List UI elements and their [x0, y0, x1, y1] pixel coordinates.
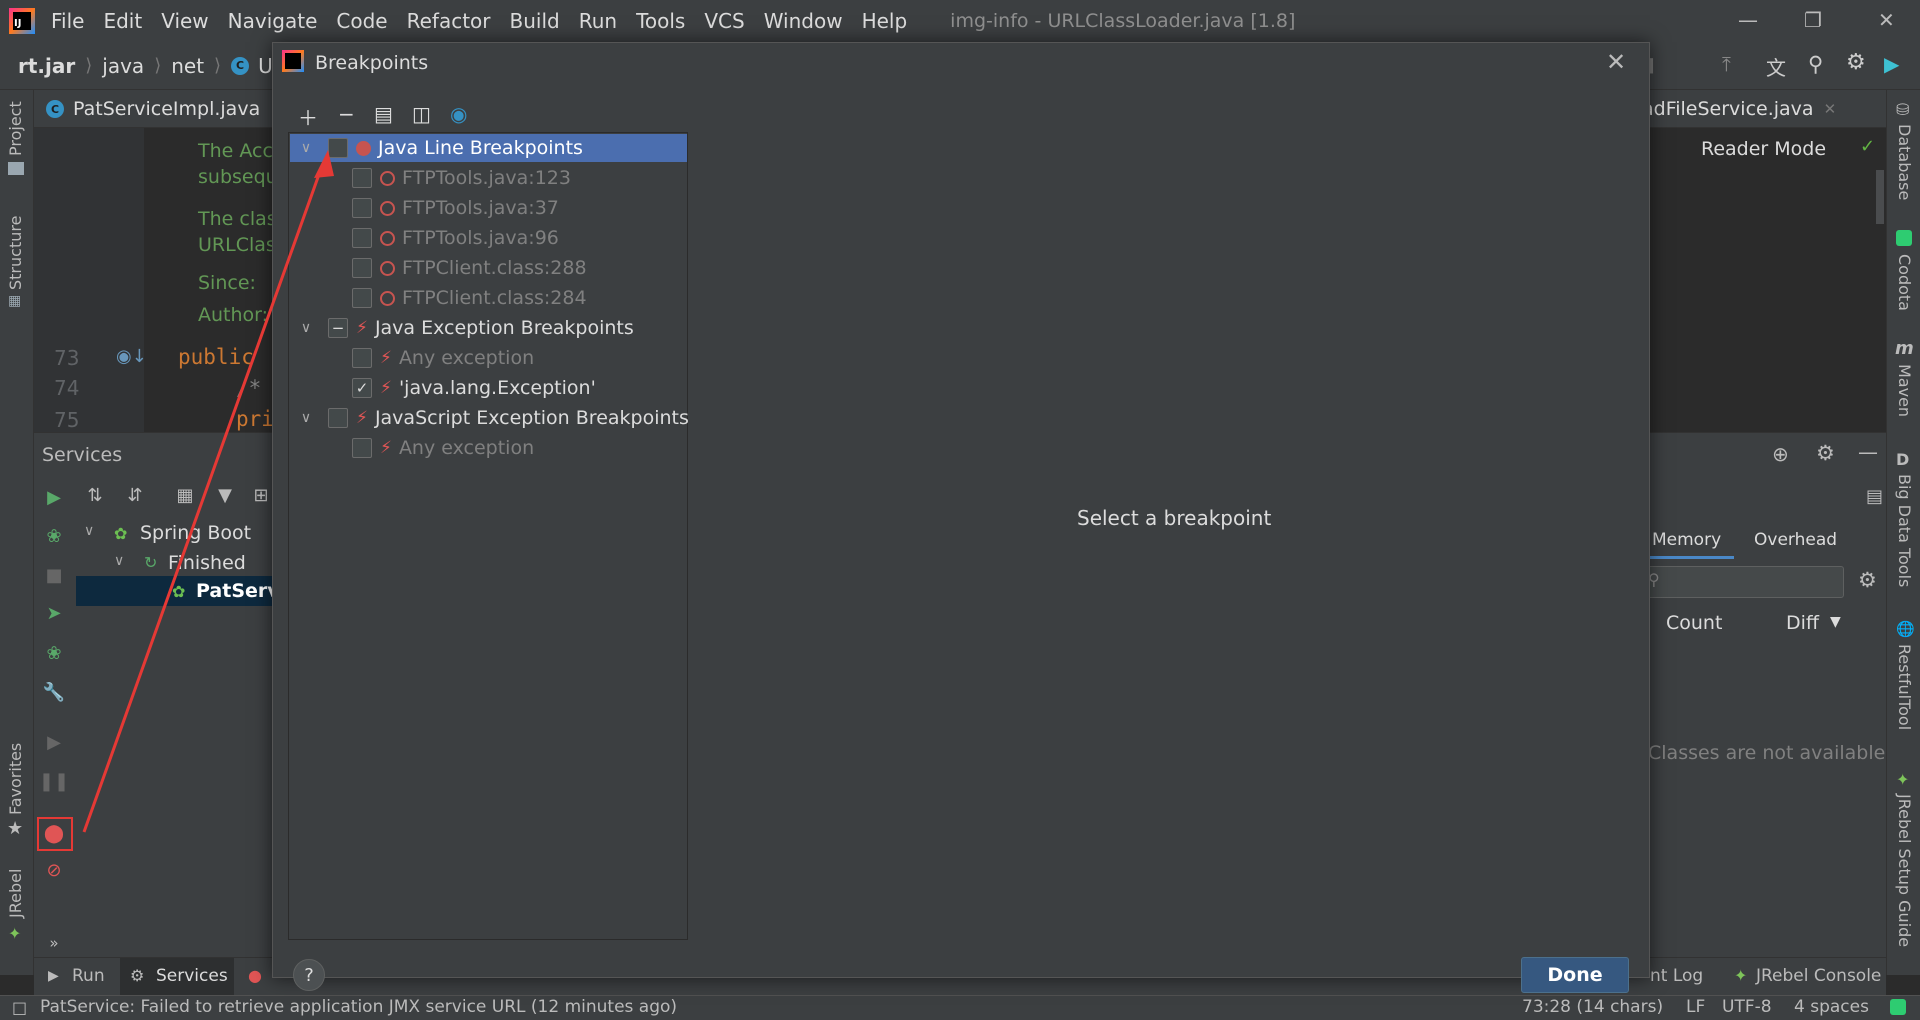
annotation-arrow — [82, 150, 334, 833]
